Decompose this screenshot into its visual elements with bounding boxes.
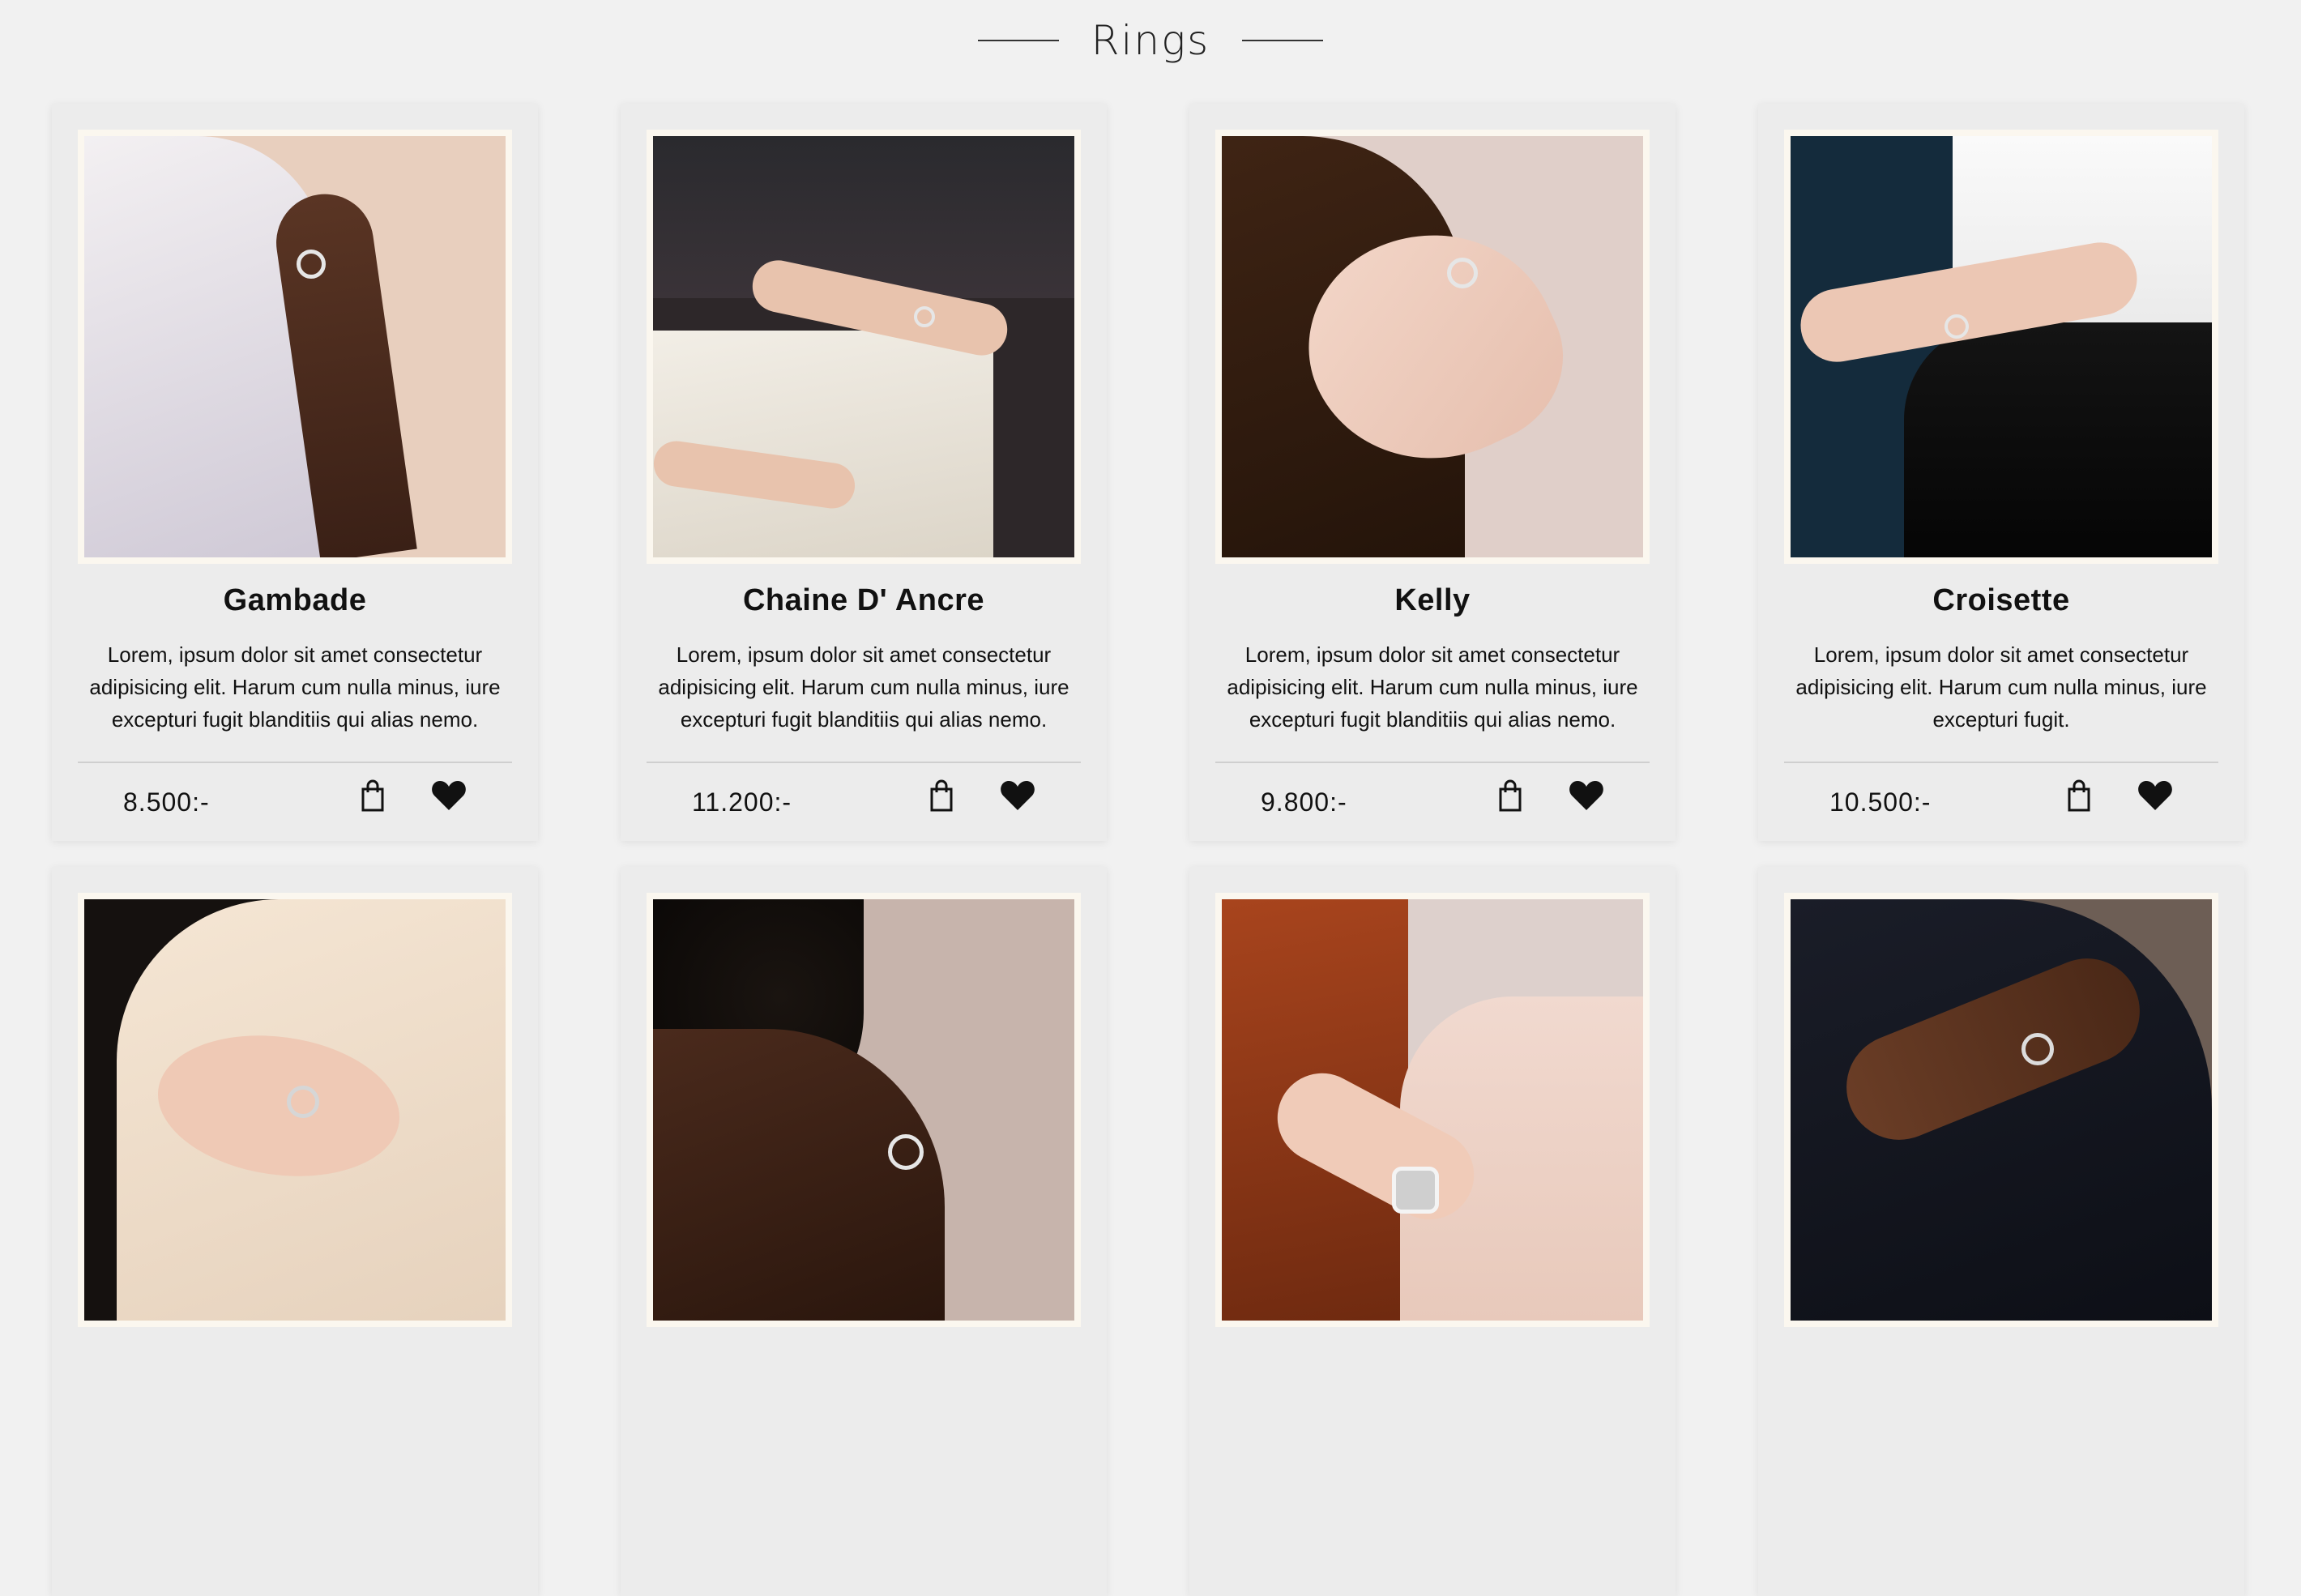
product-image-frame bbox=[78, 130, 512, 564]
product-name: Gambade bbox=[223, 583, 367, 617]
product-image[interactable] bbox=[653, 899, 1074, 1321]
product-image-frame bbox=[1784, 130, 2218, 564]
product-image[interactable] bbox=[84, 136, 506, 557]
product-name: Chaine D' Ancre bbox=[742, 583, 985, 617]
card-divider bbox=[1215, 762, 1650, 763]
product-card[interactable]: Croisette Lorem, ipsum dolor sit amet co… bbox=[1758, 104, 2244, 841]
product-price: 11.200:- bbox=[692, 787, 792, 817]
product-image[interactable] bbox=[1791, 136, 2212, 557]
section-heading: Rings bbox=[0, 0, 2301, 81]
product-price: 9.800:- bbox=[1261, 787, 1347, 817]
product-image-frame bbox=[647, 130, 1081, 564]
product-card[interactable]: Gambade Lorem, ipsum dolor sit amet cons… bbox=[52, 104, 538, 841]
product-description: Lorem, ipsum dolor sit amet consectetur … bbox=[658, 642, 1069, 732]
product-name: Croisette bbox=[1932, 583, 2070, 617]
heart-icon[interactable] bbox=[998, 778, 1037, 813]
product-image[interactable] bbox=[653, 136, 1074, 557]
product-name: Kelly bbox=[1394, 583, 1471, 617]
heading-rule-left bbox=[977, 40, 1059, 41]
product-card[interactable] bbox=[1758, 867, 2244, 1596]
shopping-bag-icon[interactable] bbox=[2061, 778, 2097, 813]
card-footer: 9.800:- bbox=[1189, 778, 1676, 826]
card-divider bbox=[1784, 762, 2218, 763]
product-image-frame bbox=[647, 893, 1081, 1327]
product-price: 10.500:- bbox=[1829, 787, 1932, 817]
heading-rule-right bbox=[1242, 40, 1324, 41]
product-image-frame bbox=[1215, 130, 1650, 564]
product-description: Lorem, ipsum dolor sit amet consectetur … bbox=[89, 642, 501, 732]
heart-icon[interactable] bbox=[1567, 778, 1606, 813]
product-card[interactable]: Chaine D' Ancre Lorem, ipsum dolor sit a… bbox=[621, 104, 1107, 841]
shopping-bag-icon[interactable] bbox=[355, 778, 391, 813]
shopping-bag-icon[interactable] bbox=[924, 778, 959, 813]
product-image-frame bbox=[1215, 893, 1650, 1327]
section-title: Rings bbox=[1091, 17, 1210, 64]
product-price: 8.500:- bbox=[123, 787, 210, 817]
product-image[interactable] bbox=[1222, 899, 1643, 1321]
product-card[interactable] bbox=[52, 867, 538, 1596]
card-footer: 10.500:- bbox=[1758, 778, 2244, 826]
product-grid: Gambade Lorem, ipsum dolor sit amet cons… bbox=[52, 104, 2244, 1596]
product-image[interactable] bbox=[1791, 899, 2212, 1321]
card-divider bbox=[78, 762, 512, 763]
product-image[interactable] bbox=[1222, 136, 1643, 557]
heart-icon[interactable] bbox=[2136, 778, 2175, 813]
card-divider bbox=[647, 762, 1081, 763]
product-card[interactable]: Kelly Lorem, ipsum dolor sit amet consec… bbox=[1189, 104, 1676, 841]
product-card[interactable] bbox=[621, 867, 1107, 1596]
product-card[interactable] bbox=[1189, 867, 1676, 1596]
product-image[interactable] bbox=[84, 899, 506, 1321]
shopping-bag-icon[interactable] bbox=[1492, 778, 1528, 813]
product-description: Lorem, ipsum dolor sit amet consectetur … bbox=[1227, 642, 1638, 732]
card-footer: 8.500:- bbox=[52, 778, 538, 826]
product-description: Lorem, ipsum dolor sit amet consectetur … bbox=[1795, 642, 2207, 732]
card-footer: 11.200:- bbox=[621, 778, 1107, 826]
product-image-frame bbox=[1784, 893, 2218, 1327]
product-image-frame bbox=[78, 893, 512, 1327]
heart-icon[interactable] bbox=[429, 778, 468, 813]
